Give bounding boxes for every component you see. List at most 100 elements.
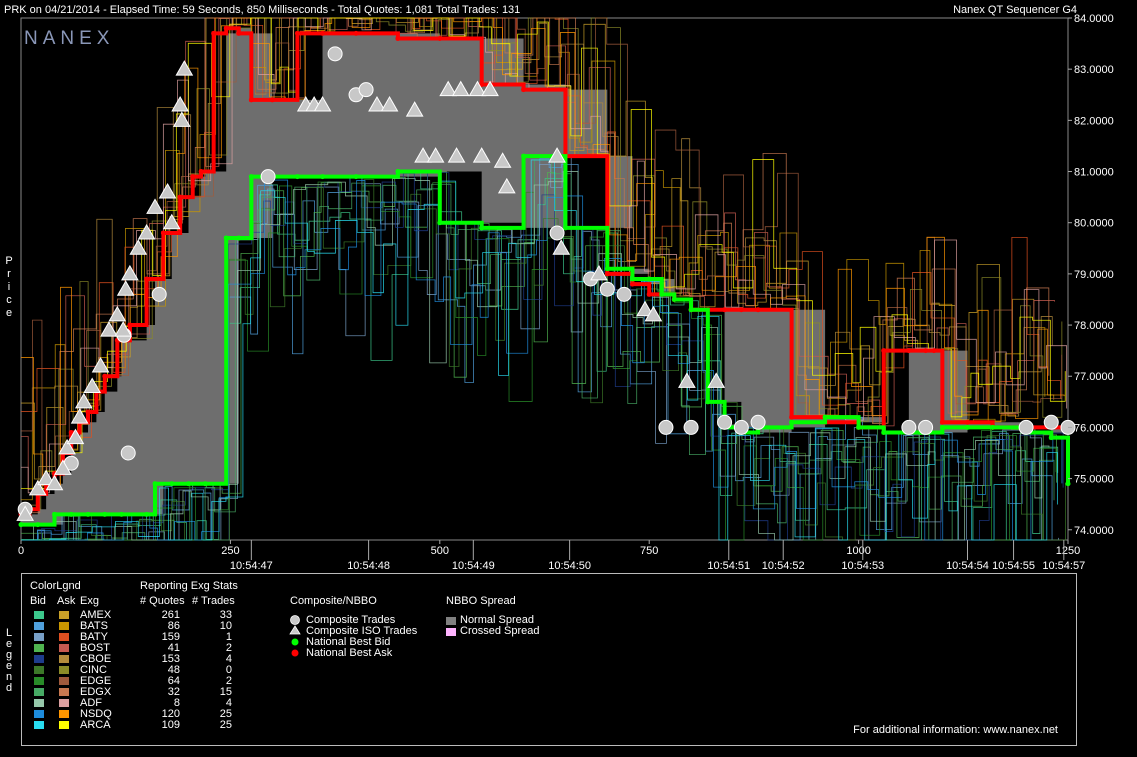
- national-best-ask-point: [127, 322, 133, 328]
- legend-panel: ColorLgnd Bid Ask Exg Reporting Exg Stat…: [21, 573, 1077, 746]
- national-best-ask-point: [964, 419, 970, 425]
- national-best-ask-point: [294, 30, 300, 36]
- national-best-bid-point: [248, 174, 254, 180]
- iso-trade-symbol: [289, 625, 301, 635]
- national-best-ask-point: [236, 30, 242, 36]
- composite-trade-marker: [549, 225, 565, 241]
- national-best-ask-point: [939, 419, 945, 425]
- color-legend-title: ColorLgnd: [30, 580, 81, 592]
- x-tick-label: 0: [18, 545, 24, 557]
- national-best-ask-point: [923, 348, 929, 354]
- national-best-bid-point: [236, 235, 242, 241]
- bid-color-swatch: [34, 611, 44, 619]
- national-best-bid-point: [102, 511, 108, 517]
- composite-trade-marker: [327, 46, 343, 62]
- ask-color-swatch: [59, 699, 69, 707]
- national-best-ask-point: [190, 174, 196, 180]
- national-best-bid-point: [437, 220, 443, 226]
- footer-link-text: For additional information: www.nanex.ne…: [853, 724, 1058, 736]
- x-tick-label: 1250: [1056, 545, 1080, 557]
- composite-trade-marker: [616, 286, 632, 302]
- time-tick-label: 10:54:57: [1042, 560, 1085, 570]
- y-tick-label: 75.0000: [1074, 474, 1114, 486]
- y-tick-label: 78.0000: [1074, 320, 1114, 332]
- national-best-bid-point: [479, 225, 485, 231]
- bid-color-swatch: [34, 633, 44, 641]
- bid-color-swatch: [34, 677, 44, 685]
- national-best-bid-point: [990, 424, 996, 430]
- price-chart: 74.0000 75.0000 76.0000 77.0000 78.0000 79.00…: [16, 13, 1114, 570]
- ask-color-swatch: [59, 666, 69, 674]
- national-best-ask-point: [395, 35, 401, 41]
- national-best-bid-point: [822, 414, 828, 420]
- composite-trade-marker: [901, 419, 917, 435]
- trades-col-header: # Trades: [192, 595, 235, 607]
- national-best-bid-point: [1065, 481, 1071, 487]
- composite-trade-marker: [717, 414, 733, 430]
- exchange-quotes: 109: [161, 719, 180, 731]
- composite-trade-marker: [750, 414, 766, 430]
- bid-color-swatch: [34, 666, 44, 674]
- ask-col-header: Ask: [57, 595, 76, 607]
- national-best-bid-point: [964, 424, 970, 430]
- national-best-bid-point: [939, 424, 945, 430]
- composite-trade-marker: [733, 419, 749, 435]
- ask-color-swatch: [59, 655, 69, 663]
- time-tick-label: 10:54:55: [992, 560, 1035, 570]
- time-tick-label: 10:54:50: [548, 560, 591, 570]
- national-best-bid-point: [35, 522, 41, 528]
- national-best-ask-point: [738, 307, 744, 313]
- bid-color-swatch: [34, 699, 44, 707]
- national-best-bid-point: [119, 511, 125, 517]
- national-best-bid-point: [395, 169, 401, 175]
- quotes-col-header: # Quotes: [140, 595, 185, 607]
- legend-crossed-spread: Crossed Spread: [460, 625, 540, 637]
- composite-trade-marker: [151, 286, 167, 302]
- legend-side-title: Legend: [5, 627, 13, 694]
- national-best-bid-point: [671, 296, 677, 302]
- national-best-ask-point: [144, 276, 150, 282]
- time-tick-label: 10:54:49: [452, 560, 495, 570]
- bid-color-swatch: [34, 655, 44, 663]
- national-best-bid-point: [705, 399, 711, 405]
- national-best-ask-point: [85, 409, 91, 415]
- national-best-ask-point: [177, 194, 183, 200]
- national-best-ask-point: [211, 30, 217, 36]
- exg-col-header: Exg: [80, 595, 99, 607]
- ask-color-swatch: [59, 622, 69, 630]
- national-best-ask-point: [521, 87, 527, 93]
- nbbo-title: Composite/NBBO: [290, 595, 377, 607]
- composite-trade-marker: [683, 419, 699, 435]
- exchange-name: ARCA: [80, 719, 111, 731]
- national-best-bid-point: [85, 511, 91, 517]
- y-tick-label: 84.0000: [1074, 13, 1114, 25]
- composite-trade-marker: [120, 445, 136, 461]
- national-best-bid-point: [18, 522, 24, 528]
- bid-color-swatch: [34, 622, 44, 630]
- time-tick-label: 10:54:51: [707, 560, 750, 570]
- composite-trade-marker: [658, 419, 674, 435]
- national-best-ask-point: [223, 25, 229, 31]
- national-best-bid-point: [52, 511, 58, 517]
- ask-color-swatch: [59, 611, 69, 619]
- national-best-bid-point: [1048, 435, 1054, 441]
- normal-spread-swatch: [446, 617, 456, 625]
- national-best-ask-point: [755, 307, 761, 313]
- national-best-ask-point: [269, 97, 275, 103]
- national-best-bid-point: [604, 266, 610, 272]
- national-best-bid-point: [294, 174, 300, 180]
- ask-color-swatch: [59, 710, 69, 718]
- nanex-logo: NANEX: [24, 28, 114, 49]
- national-best-bid-point: [521, 153, 527, 159]
- composite-trade-marker: [358, 82, 374, 98]
- bid-color-swatch: [34, 688, 44, 696]
- national-best-ask-point: [198, 169, 204, 175]
- national-best-ask-point: [102, 373, 108, 379]
- y-tick-label: 82.0000: [1074, 115, 1114, 127]
- national-best-bid-point: [789, 419, 795, 425]
- bid-color-swatch: [34, 721, 44, 729]
- y-tick-label: 80.0000: [1074, 218, 1114, 230]
- national-best-bid-point: [629, 276, 635, 282]
- composite-trade-marker: [260, 169, 276, 185]
- ask-color-swatch: [59, 721, 69, 729]
